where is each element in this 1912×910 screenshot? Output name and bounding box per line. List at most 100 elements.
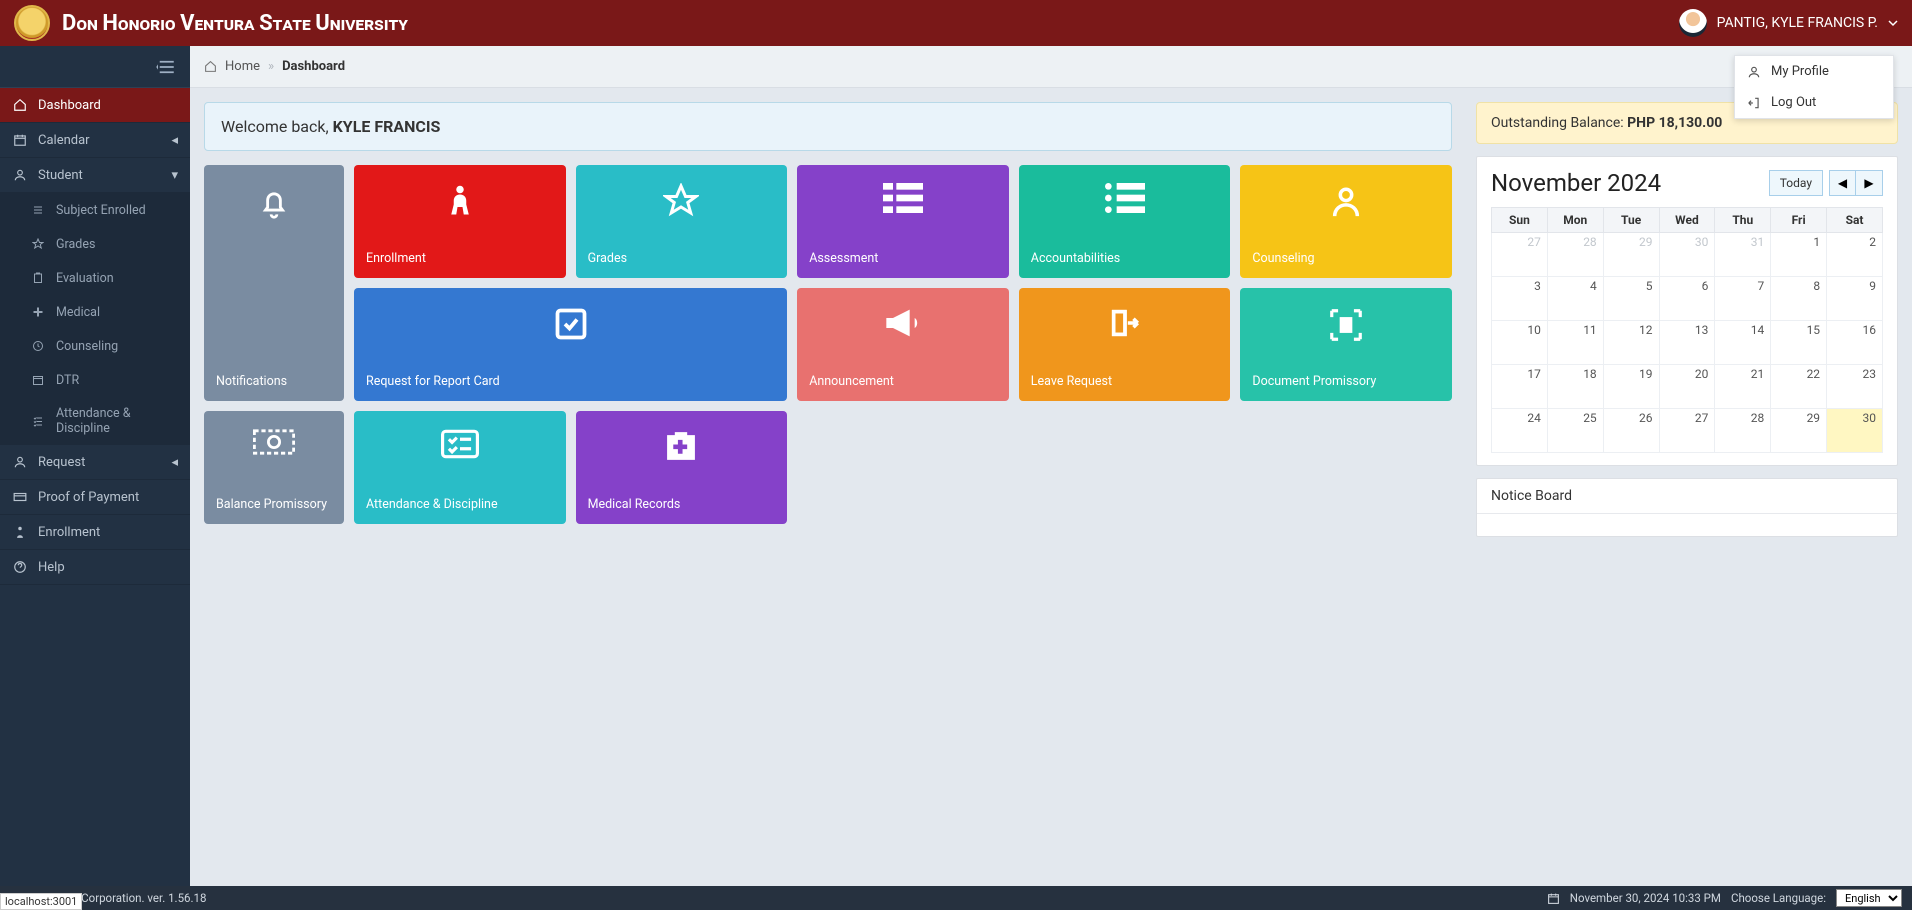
card-enrollment[interactable]: Enrollment (354, 165, 566, 278)
sidebar-item-student[interactable]: Student ▾ (0, 158, 190, 193)
calendar-day[interactable]: 17 (1492, 365, 1548, 409)
calendar-day[interactable]: 4 (1547, 277, 1603, 321)
card-notifications[interactable]: Notifications (204, 165, 344, 401)
user-icon (1329, 183, 1363, 221)
card-label: Notifications (216, 374, 332, 389)
card-label: Leave Request (1031, 374, 1219, 389)
sidebar-item-attendance-discipline[interactable]: Attendance & Discipline (0, 397, 190, 445)
calendar-day[interactable]: 6 (1659, 277, 1715, 321)
calendar-day[interactable]: 9 (1827, 277, 1883, 321)
medical-bag-icon (662, 429, 700, 463)
calendar-day[interactable]: 3 (1492, 277, 1548, 321)
welcome-banner: Welcome back, KYLE FRANCIS (204, 102, 1452, 151)
calendar-day[interactable]: 22 (1771, 365, 1827, 409)
calendar-day[interactable]: 30 (1827, 409, 1883, 453)
breadcrumb-home[interactable]: Home (225, 59, 260, 74)
calendar-day[interactable]: 7 (1715, 277, 1771, 321)
logout-menu-item[interactable]: Log Out (1735, 87, 1893, 118)
calendar-day[interactable]: 29 (1771, 409, 1827, 453)
card-leave-request[interactable]: Leave Request (1019, 288, 1231, 401)
sidebar-item-evaluation[interactable]: Evaluation (0, 261, 190, 295)
sidebar-item-proof-of-payment[interactable]: Proof of Payment (0, 480, 190, 515)
calendar-day[interactable]: 31 (1715, 233, 1771, 277)
card-grades[interactable]: Grades (576, 165, 788, 278)
language-select[interactable]: English (1836, 889, 1902, 907)
calendar-day[interactable]: 15 (1771, 321, 1827, 365)
clock-icon (30, 338, 46, 354)
calendar-prev-button[interactable]: ◀ (1830, 171, 1856, 195)
calendar-day[interactable]: 26 (1603, 409, 1659, 453)
card-document-promissory[interactable]: Document Promissory (1240, 288, 1452, 401)
sidebar-item-calendar[interactable]: Calendar ◂ (0, 123, 190, 158)
card-counseling[interactable]: Counseling (1240, 165, 1452, 278)
footer-lang-label: Choose Language: (1731, 891, 1826, 905)
sidebar-item-counseling[interactable]: Counseling (0, 329, 190, 363)
card-label: Document Promissory (1252, 374, 1440, 389)
balance-label: Outstanding Balance: (1491, 115, 1627, 131)
sidebar-item-subject-enrolled[interactable]: Subject Enrolled (0, 193, 190, 227)
calendar-day[interactable]: 18 (1547, 365, 1603, 409)
calendar-day[interactable]: 21 (1715, 365, 1771, 409)
welcome-name: KYLE FRANCIS (333, 117, 441, 136)
sidebar-item-help[interactable]: Help (0, 550, 190, 585)
calendar-dow: Tue (1603, 208, 1659, 233)
user-icon (12, 167, 28, 183)
calendar-nav: ◀ ▶ (1829, 170, 1883, 196)
header-user[interactable]: PANTIG, KYLE FRANCIS P. My Profile Log O… (1679, 9, 1898, 37)
sidebar-item-dashboard[interactable]: Dashboard (0, 88, 190, 123)
sidebar-item-request[interactable]: Request ◂ (0, 445, 190, 480)
calendar-day[interactable]: 19 (1603, 365, 1659, 409)
header-left: Don Honorio Ventura State University (14, 5, 408, 41)
calendar-day[interactable]: 27 (1492, 233, 1548, 277)
calendar-next-button[interactable]: ▶ (1856, 171, 1882, 195)
calendar-day[interactable]: 12 (1603, 321, 1659, 365)
calendar-day[interactable]: 27 (1659, 409, 1715, 453)
sidebar-label: Enrollment (38, 525, 100, 540)
calendar-today-button[interactable]: Today (1769, 170, 1823, 196)
calendar-day[interactable]: 24 (1492, 409, 1548, 453)
chevron-left-icon: ◂ (171, 133, 178, 148)
sidebar-item-enrollment[interactable]: Enrollment (0, 515, 190, 550)
card-balance-promissory[interactable]: Balance Promissory (204, 411, 344, 524)
calendar-day[interactable]: 1 (1771, 233, 1827, 277)
calendar-day[interactable]: 29 (1603, 233, 1659, 277)
calendar-day[interactable]: 20 (1659, 365, 1715, 409)
my-profile-menu-item[interactable]: My Profile (1735, 56, 1893, 87)
footer-right: November 30, 2024 10:33 PM Choose Langua… (1547, 889, 1902, 907)
calendar-day[interactable]: 2 (1827, 233, 1883, 277)
main: Home » Dashboard Welcome back, KYLE FRAN… (190, 46, 1912, 886)
logout-label: Log Out (1771, 95, 1816, 110)
calendar-day[interactable]: 28 (1547, 233, 1603, 277)
calendar-day[interactable]: 14 (1715, 321, 1771, 365)
card-assessment[interactable]: Assessment (797, 165, 1009, 278)
money-icon (253, 429, 295, 455)
calendar-day[interactable]: 10 (1492, 321, 1548, 365)
calendar-day[interactable]: 5 (1603, 277, 1659, 321)
calendar-dow: Mon (1547, 208, 1603, 233)
card-accountabilities[interactable]: Accountabilities (1019, 165, 1231, 278)
star-icon (663, 183, 699, 219)
calendar-day[interactable]: 25 (1547, 409, 1603, 453)
calendar-day[interactable]: 28 (1715, 409, 1771, 453)
calendar-day[interactable]: 13 (1659, 321, 1715, 365)
sidebar-toggle[interactable] (0, 46, 190, 88)
welcome-prefix: Welcome back, (221, 117, 333, 136)
list-icon (1105, 183, 1145, 213)
balance-amount: PHP 18,130.00 (1627, 115, 1722, 131)
calendar-day[interactable]: 30 (1659, 233, 1715, 277)
calendar-day[interactable]: 23 (1827, 365, 1883, 409)
calendar-controls: Today ◀ ▶ (1769, 170, 1883, 196)
calendar-day[interactable]: 11 (1547, 321, 1603, 365)
calendar-day[interactable]: 8 (1771, 277, 1827, 321)
sidebar-item-medical[interactable]: Medical (0, 295, 190, 329)
card-medical-records[interactable]: Medical Records (576, 411, 788, 524)
sidebar-item-dtr[interactable]: DTR (0, 363, 190, 397)
card-announcement[interactable]: Announcement (797, 288, 1009, 401)
sidebar-item-grades[interactable]: Grades (0, 227, 190, 261)
card-request-report-card[interactable]: Request for Report Card (354, 288, 787, 401)
menu-collapse-icon (156, 60, 174, 74)
calendar-dow: Sun (1492, 208, 1548, 233)
calendar-day[interactable]: 16 (1827, 321, 1883, 365)
sidebar-sub-label: Attendance & Discipline (56, 406, 178, 436)
card-attendance-discipline[interactable]: Attendance & Discipline (354, 411, 566, 524)
